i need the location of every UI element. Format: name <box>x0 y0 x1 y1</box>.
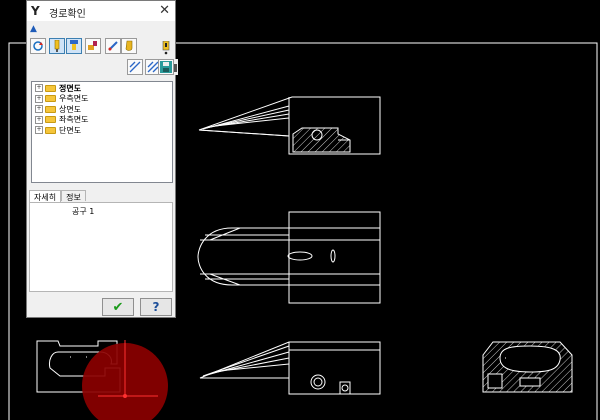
expand-icon[interactable]: + <box>35 105 43 114</box>
top-view <box>197 211 381 304</box>
tool-blue-icon[interactable] <box>66 38 82 54</box>
expand-icon[interactable]: + <box>35 94 43 103</box>
collapse-icon[interactable]: ▲ <box>30 24 40 34</box>
tree-item-label: 좌측면도 <box>59 115 89 125</box>
refresh-icon[interactable] <box>30 38 46 54</box>
tool-name-text: 공구 1 <box>72 207 95 216</box>
tree-item[interactable]: + 우측면도 <box>32 94 172 105</box>
expand-icon[interactable]: + <box>35 115 43 124</box>
tree-item[interactable]: + 상면도 <box>32 104 172 115</box>
tree-item[interactable]: + 단면도 <box>32 125 172 136</box>
tool-orange-icon[interactable] <box>85 38 101 54</box>
folder-icon <box>45 126 56 134</box>
dialog-titlebar[interactable]: Y 경로확인 ✕ <box>27 1 175 21</box>
tool-gold-icon[interactable] <box>121 38 137 54</box>
bottom-view <box>199 341 381 395</box>
tool-yellow-icon[interactable] <box>49 38 65 54</box>
app-logo-icon: Y <box>31 4 40 18</box>
section-view <box>482 341 573 393</box>
folder-icon <box>45 116 56 124</box>
tree-item[interactable]: + 정면도 <box>32 83 172 94</box>
expand-icon[interactable]: + <box>35 126 43 135</box>
tree-item-label: 정면도 <box>59 83 82 93</box>
ok-button[interactable]: ✔ <box>102 298 134 316</box>
front-view <box>198 96 381 155</box>
tree-item-label: 단면도 <box>59 125 82 135</box>
help-button[interactable]: ? <box>140 298 172 316</box>
tab-info[interactable]: 정보 <box>61 190 86 202</box>
wand-icon[interactable] <box>105 38 121 54</box>
dialog-title: 경로확인 <box>49 9 86 20</box>
hatch-icon[interactable] <box>127 59 143 75</box>
folder-icon <box>45 95 56 103</box>
expand-icon[interactable]: + <box>35 84 43 93</box>
close-button[interactable]: ✕ <box>159 3 170 18</box>
tree-item[interactable]: + 좌측면도 <box>32 115 172 126</box>
detail-panel: 공구 1 <box>29 202 173 292</box>
detail-tabs: 자세히 정보 <box>29 190 86 203</box>
view-tree: + 정면도 + 우측면도 + 상면도 + 좌측면도 + 단면도 <box>31 81 173 183</box>
tree-item-label: 상면도 <box>59 104 82 114</box>
folder-icon <box>45 105 56 113</box>
folder-icon <box>45 84 56 92</box>
alert-icon[interactable] <box>159 41 173 55</box>
save-icon[interactable] <box>158 59 174 75</box>
path-check-dialog: Y 경로확인 ✕ ▲ + 정면도 + 우측면도 + 상면도 + 좌측면도 + 단… <box>26 0 178 318</box>
tree-item-label: 우측면도 <box>59 94 89 104</box>
